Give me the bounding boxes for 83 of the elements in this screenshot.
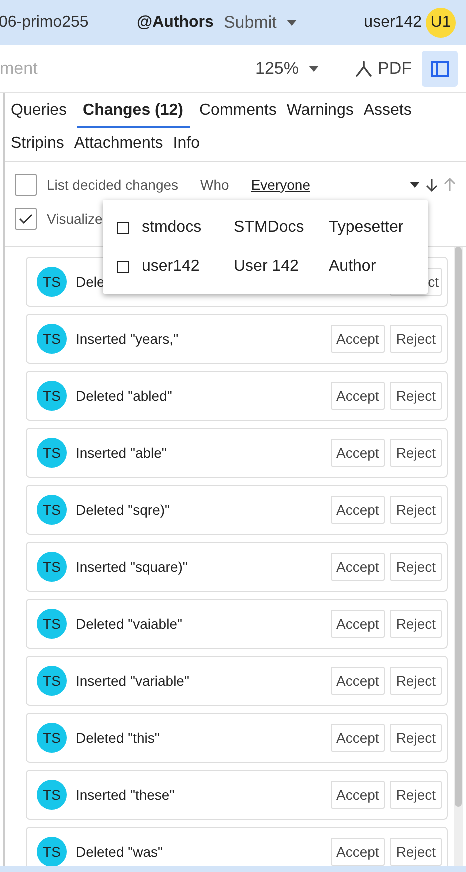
checkbox-label: Visualize [47,211,103,227]
accept-button[interactable]: Accept [330,781,386,809]
user-avatar[interactable]: U1 [426,8,456,38]
checkbox[interactable] [117,260,129,272]
checkbox-label: List decided changes [47,177,179,193]
reject-button[interactable]: ct [390,268,442,296]
user-name[interactable]: user142 [364,14,422,32]
who-label: Who [200,177,230,193]
reject-button[interactable]: Reject [390,724,442,752]
zoom-dropdown[interactable]: 125% [256,58,319,78]
accept-button[interactable]: Accept [330,382,386,410]
tab[interactable]: Queries [11,95,68,128]
tab[interactable]: Changes (12) [77,95,190,128]
reject-button[interactable]: Reject [390,325,442,353]
change-text: Inserted "able" [76,445,167,461]
author-avatar: TS [37,495,67,525]
author-avatar: TS [37,666,67,696]
author-avatar: TS [37,267,67,297]
author-avatar: TS [37,837,67,866]
caret-icon [309,66,319,72]
user-display-name: User 142 [234,258,300,276]
who-dropdown[interactable]: Everyone [251,177,310,193]
tab[interactable]: Warnings [286,95,354,128]
user-role: Author [329,258,376,276]
pdf-icon [355,60,373,78]
menu-item[interactable]: stmdocs STMDocs Typesetter [103,208,428,247]
user-role: Typesetter [329,218,404,236]
change-text: Dele [76,274,105,290]
group-name: @Authors [137,14,214,32]
accept-button[interactable]: Accept [330,439,386,467]
reject-button[interactable]: Reject [390,838,442,866]
change-text: Deleted "was" [76,844,163,860]
change-text: Inserted "variable" [76,673,190,689]
tab[interactable]: Info [173,128,200,161]
caret-icon[interactable] [410,182,420,188]
checkbox[interactable] [15,174,37,196]
change-text: Deleted "this" [76,730,160,746]
caret-icon [286,20,297,26]
accept-button[interactable]: Accept [330,724,386,752]
tab[interactable]: Attachments [74,128,164,161]
reject-button[interactable]: Reject [390,610,442,638]
accept-button[interactable]: Accept [330,553,386,581]
accept-button[interactable]: Accept [330,838,386,866]
submit-button[interactable]: Submit [224,12,297,32]
accept-button[interactable]: Accept [330,496,386,524]
reject-button[interactable]: Reject [390,667,442,695]
user-display-name: STMDocs [234,218,306,236]
author-avatar: TS [37,438,67,468]
user-login: user142 [142,258,201,276]
document-title: ment [0,58,38,78]
check-icon [19,214,33,224]
tab[interactable]: Assets [364,95,412,128]
accept-button[interactable]: Accept [330,610,386,638]
author-avatar: TS [37,780,67,810]
change-text: Inserted "square)" [76,559,188,575]
author-avatar: TS [37,723,67,753]
scrollbar[interactable] [454,247,463,866]
pdf-button[interactable]: PDF [355,58,412,78]
reject-button[interactable]: Reject [390,439,442,467]
change-text: Deleted "sqre)" [76,502,170,518]
sort-down-icon[interactable] [426,178,438,192]
change-text: Deleted "vaiable" [76,616,182,632]
accept-button[interactable]: Accept [330,325,386,353]
change-text: Inserted "years," [76,331,179,347]
author-avatar: TS [37,552,67,582]
sidebar-toggle-button[interactable] [422,50,458,86]
sidebar-icon [430,60,450,78]
reject-button[interactable]: Reject [390,781,442,809]
change-text: Inserted "these" [76,787,175,803]
tab[interactable]: Stripins [11,128,64,161]
reject-button[interactable]: Reject [390,553,442,581]
checkbox[interactable] [15,208,37,230]
tab[interactable]: Comments [200,95,277,128]
change-text: Deleted "abled" [76,388,172,404]
author-avatar: TS [37,609,67,639]
reject-button[interactable]: Reject [390,496,442,524]
checkbox[interactable] [117,222,129,234]
reject-button[interactable]: Reject [390,382,442,410]
project-name[interactable]: 06-primo255 [0,14,124,32]
author-avatar: TS [37,324,67,354]
author-avatar: TS [37,381,67,411]
user-login: stmdocs [142,218,203,236]
accept-button[interactable]: Accept [330,667,386,695]
